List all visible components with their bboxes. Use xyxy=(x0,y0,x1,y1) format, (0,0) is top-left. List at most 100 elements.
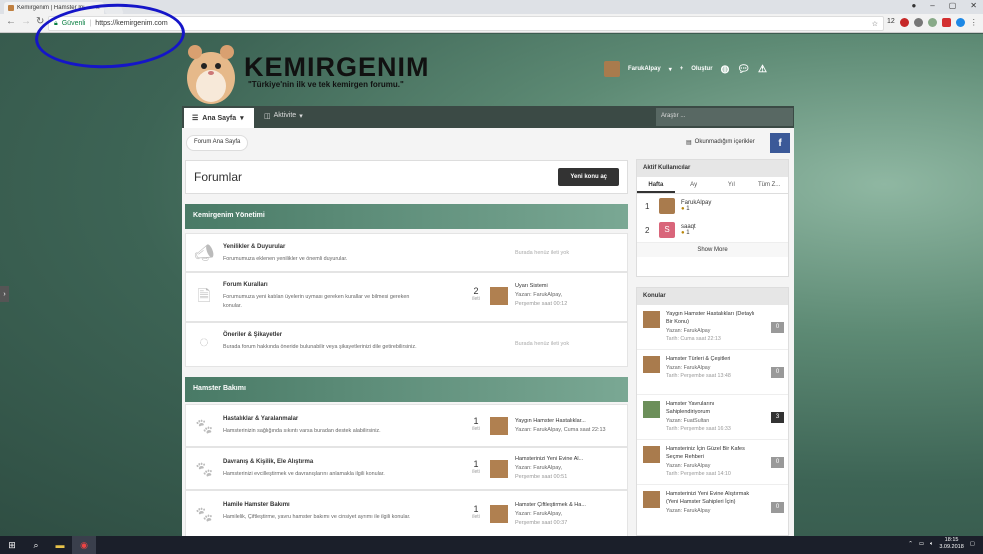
tab-year[interactable]: Yıl xyxy=(713,177,751,193)
site-brand[interactable]: KEMIRGENIM xyxy=(244,52,430,83)
chrome-icon[interactable]: ◉ xyxy=(72,536,96,554)
leader-row[interactable]: 1 FarukAlpay ● 1 xyxy=(637,194,788,218)
last-poster-avatar[interactable] xyxy=(490,417,508,435)
search-icon[interactable]: ⌕ xyxy=(24,536,48,554)
ext-number[interactable]: 12 xyxy=(887,18,895,27)
volume-icon[interactable]: 🔈︎ xyxy=(930,541,933,548)
ext-red-icon[interactable] xyxy=(899,18,909,27)
last-post-title[interactable]: Hamsterinizi Yeni Evine Al... xyxy=(515,455,625,464)
extensions: 12 ⋮ xyxy=(887,18,978,27)
ext-green-icon[interactable] xyxy=(927,18,937,27)
reply-count: 0 xyxy=(771,367,784,378)
topic-item[interactable]: Hamster Yavrularını Sahiplendiriyorum Ya… xyxy=(637,395,788,440)
leader-avatar[interactable] xyxy=(659,198,675,214)
globe-icon[interactable]: ◍ xyxy=(721,64,730,75)
tray-chevron-icon[interactable]: ⌃ xyxy=(908,541,913,547)
system-clock[interactable]: 18:15 3.09.2018 xyxy=(939,537,963,551)
notification-center-icon[interactable]: ▢ xyxy=(970,541,975,547)
leader-avatar[interactable]: S xyxy=(659,222,675,238)
nav-activity-label: Aktivite xyxy=(273,112,297,119)
last-poster-avatar[interactable] xyxy=(490,287,508,305)
nav-activity-tab[interactable]: ◫ Aktivite ▾ xyxy=(264,112,303,120)
tab-all-time[interactable]: Tüm Z... xyxy=(750,177,788,193)
forum-row[interactable]: 🐾︎ Hamile Hamster Bakımı Hamilelik, Çift… xyxy=(185,490,628,536)
forum-desc: Burada forum hakkında öneride bulunabili… xyxy=(223,344,417,350)
last-post-title[interactable]: Hamster Çiftleştirmek & Ha... xyxy=(515,501,625,510)
last-post: Hamsterinizi Yeni Evine Al... Yazan: Far… xyxy=(515,455,625,482)
breadcrumb[interactable]: Forum Ana Sayfa xyxy=(186,135,249,151)
forum-name[interactable]: Hastalıklar & Yaralanmalar xyxy=(223,416,298,422)
show-more-button[interactable]: Show More xyxy=(637,242,788,257)
category-header[interactable]: Kemirgenim Yönetimi xyxy=(185,204,628,229)
bookmark-star-icon[interactable]: ☆ xyxy=(872,20,878,28)
nav-home-label: Ana Sayfa xyxy=(202,114,237,122)
topic-title[interactable]: Hamster Türleri & Çeşitleri xyxy=(666,355,758,363)
post-count: 1 ileti xyxy=(466,459,486,475)
back-icon[interactable]: ← xyxy=(6,16,16,27)
forward-icon[interactable]: → xyxy=(21,16,31,27)
ext-flag-icon[interactable] xyxy=(941,18,951,27)
forum-name[interactable]: Forum Kuralları xyxy=(223,282,268,288)
topic-author-avatar[interactable] xyxy=(643,311,660,328)
forum-row[interactable]: 🐾︎ Davranış & Kişilik, Ele Alıştırma Ham… xyxy=(185,447,628,490)
side-toggle-icon[interactable]: › xyxy=(0,286,9,302)
username-link[interactable]: FarukAlpay xyxy=(628,66,661,72)
user-avatar[interactable] xyxy=(604,61,620,77)
topic-item[interactable]: Hamster Türleri & Çeşitleri Yazan: Faruk… xyxy=(637,350,788,395)
clock-time: 18:15 xyxy=(944,537,959,543)
topic-title[interactable]: Hamsterinizi Yeni Evine Alıştırmak (Yeni… xyxy=(666,490,758,506)
forum-name[interactable]: Davranış & Kişilik, Ele Alıştırma xyxy=(223,459,313,465)
activity-icon: ◫ xyxy=(264,113,271,120)
topic-author-avatar[interactable] xyxy=(643,491,660,508)
nav-home-tab[interactable]: ☰ Ana Sayfa ▾ xyxy=(184,108,254,128)
profile-icon[interactable]: ● xyxy=(911,1,916,10)
minimize-icon[interactable]: – xyxy=(930,1,934,10)
notifications-icon[interactable]: ⚠︎ xyxy=(758,64,767,75)
chevron-down-icon: ▾ xyxy=(299,113,303,120)
unread-content-link[interactable]: ▤ Okunmadığım içerikler xyxy=(686,139,755,146)
topic-author: Yazan: FarukAlpay xyxy=(666,508,711,514)
search-input[interactable]: Araştır ... xyxy=(656,108,793,126)
topic-item[interactable]: Yaygın Hamster Hastalıkları (Detaylı Bir… xyxy=(637,305,788,350)
last-post-title[interactable]: Uyarı Sistemi xyxy=(515,282,625,291)
topic-item[interactable]: Hamsteriniz İçin Güzel Bir Kafes Seçme R… xyxy=(637,440,788,485)
maximize-icon[interactable]: ▢ xyxy=(949,1,957,10)
last-poster-avatar[interactable] xyxy=(490,460,508,478)
create-menu[interactable]: Oluştur xyxy=(691,66,712,72)
topic-title[interactable]: Hamsteriniz İçin Güzel Bir Kafes Seçme R… xyxy=(666,445,758,461)
messages-icon[interactable]: 💬︎ xyxy=(737,64,750,75)
topic-author-avatar[interactable] xyxy=(643,356,660,373)
last-poster-avatar[interactable] xyxy=(490,505,508,523)
topic-author-avatar[interactable] xyxy=(643,446,660,463)
close-window-icon[interactable]: ✕ xyxy=(970,1,977,10)
tab-week[interactable]: Hafta xyxy=(637,177,675,193)
topic-title[interactable]: Hamster Yavrularını Sahiplendiriyorum xyxy=(666,400,758,416)
category-header[interactable]: Hamster Bakımı xyxy=(185,377,628,402)
file-explorer-icon[interactable]: ▬ xyxy=(48,536,72,554)
forum-name[interactable]: Hamile Hamster Bakımı xyxy=(223,502,290,508)
windows-start-icon[interactable]: ⊞ xyxy=(0,536,24,554)
topic-author-avatar[interactable] xyxy=(643,401,660,418)
facebook-button[interactable]: f xyxy=(770,133,790,153)
topic-date: Tarih: Perşembe saat 16:33 xyxy=(666,426,731,432)
ext-gray-icon[interactable] xyxy=(913,18,923,27)
forum-row[interactable]: 📣︎ Yenilikler & Duyurular Forumumuza ekl… xyxy=(185,233,628,272)
network-icon[interactable]: ▭ xyxy=(919,541,924,547)
active-users-widget: Aktif Kullanıcılar Hafta Ay Yıl Tüm Z...… xyxy=(636,159,789,277)
forum-name[interactable]: Yenilikler & Duyurular xyxy=(223,244,285,250)
menu-kebab-icon[interactable]: ⋮ xyxy=(970,18,978,27)
tab-month[interactable]: Ay xyxy=(675,177,713,193)
topic-title[interactable]: Yaygın Hamster Hastalıkları (Detaylı Bir… xyxy=(666,310,758,326)
forum-row[interactable]: 🗎︎ Forum Kuralları Forumumuza yeni katıl… xyxy=(185,272,628,322)
leader-row[interactable]: 2 S saaqt ● 1 xyxy=(637,218,788,242)
period-tabs: Hafta Ay Yıl Tüm Z... xyxy=(637,177,788,194)
new-topic-button[interactable]: Yeni konu aç xyxy=(558,168,619,186)
forum-row[interactable]: ◌ Öneriler & Şikayetler Burada forum hak… xyxy=(185,322,628,367)
last-post-title[interactable]: Yaygın Hamster Hastalıklar... xyxy=(515,417,625,426)
ext-blue-icon[interactable] xyxy=(955,18,965,27)
topic-item[interactable]: Hamsterinizi Yeni Evine Alıştırmak (Yeni… xyxy=(637,485,788,530)
forum-row[interactable]: 🐾︎ Hastalıklar & Yaralanmalar Hamsterini… xyxy=(185,404,628,447)
forum-name[interactable]: Öneriler & Şikayetler xyxy=(223,332,282,338)
create-plus-icon: + xyxy=(679,66,684,72)
leader-rank: 1 xyxy=(645,201,650,211)
